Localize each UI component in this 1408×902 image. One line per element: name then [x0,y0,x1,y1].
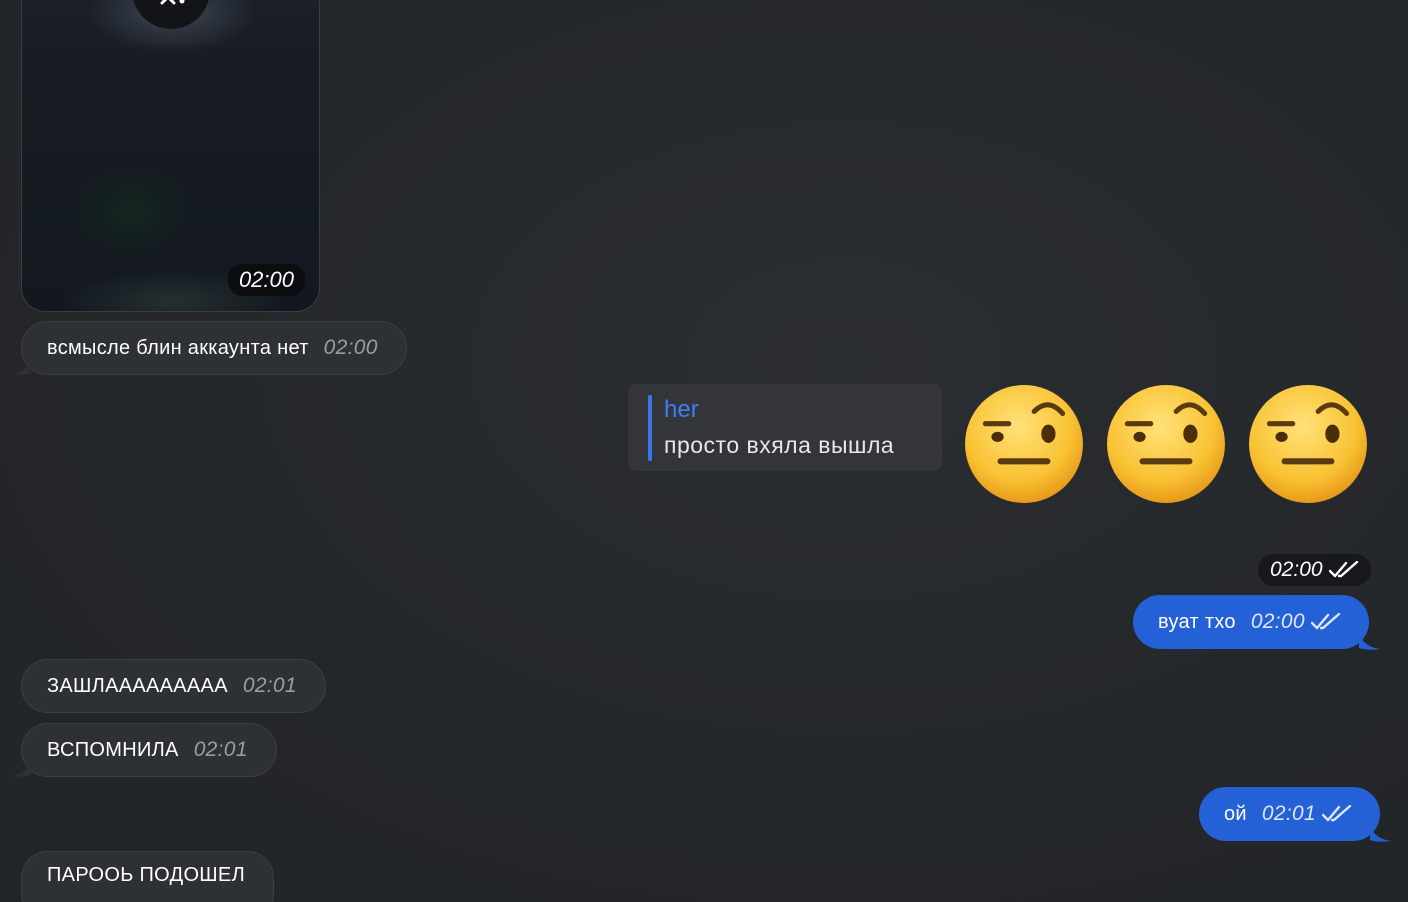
close-icon [160,0,185,5]
message-text: ВСПОМНИЛА [47,738,179,761]
message-time: 02:00 [1270,558,1323,581]
incoming-message[interactable]: всмысле блин аккаунта нет 02:00 [9,321,407,375]
emoji-message-time: 02:00 [1258,554,1371,586]
chat-view: 02:00 всмысле блин аккаунта нет 02:00 he… [0,0,1408,902]
raised-eyebrow-emoji [965,385,1083,503]
bubble-tail [1358,634,1381,650]
double-check-icon [1328,561,1358,578]
message-text: вуат тхо [1158,610,1236,633]
double-check-icon [1321,805,1352,822]
message-time: 02:00 [323,336,378,359]
bubble-tail [9,761,31,777]
message-time: 02:01 [1261,802,1316,825]
video-message[interactable]: 02:00 [21,0,320,312]
message-text: всмысле блин аккаунта нет [47,336,309,359]
message-time: 02:01 [242,674,297,697]
message-text: ПАРООЬ ПОДОШЕЛ [47,864,245,886]
message-time: 02:00 [1250,610,1305,633]
close-button[interactable] [132,0,210,29]
raised-eyebrow-emoji [1107,385,1225,503]
video-timestamp: 02:00 [227,264,305,296]
message-time: 02:01 [193,738,248,761]
double-check-icon [1310,613,1341,630]
reply-quote[interactable]: her просто вхяла вышла [628,384,942,471]
outgoing-message[interactable]: вуат тхо 02:00 [1133,595,1381,650]
reply-author: her [664,396,699,423]
reply-accent-bar [648,395,652,461]
message-text: ой [1224,802,1247,825]
raised-eyebrow-emoji [1249,385,1367,503]
message-text: ЗАШЛААААААААА [47,674,228,697]
incoming-message[interactable]: ПАРООЬ ПОДОШЕЛ [21,851,274,902]
bubble-tail [9,359,31,375]
outgoing-message[interactable]: ой 02:01 [1199,787,1392,842]
incoming-message[interactable]: ВСПОМНИЛА 02:01 [9,723,277,777]
incoming-message[interactable]: ЗАШЛААААААААА 02:01 [21,659,326,713]
bubble-tail [1369,826,1392,842]
reply-text: просто вхяла вышла [664,432,895,458]
